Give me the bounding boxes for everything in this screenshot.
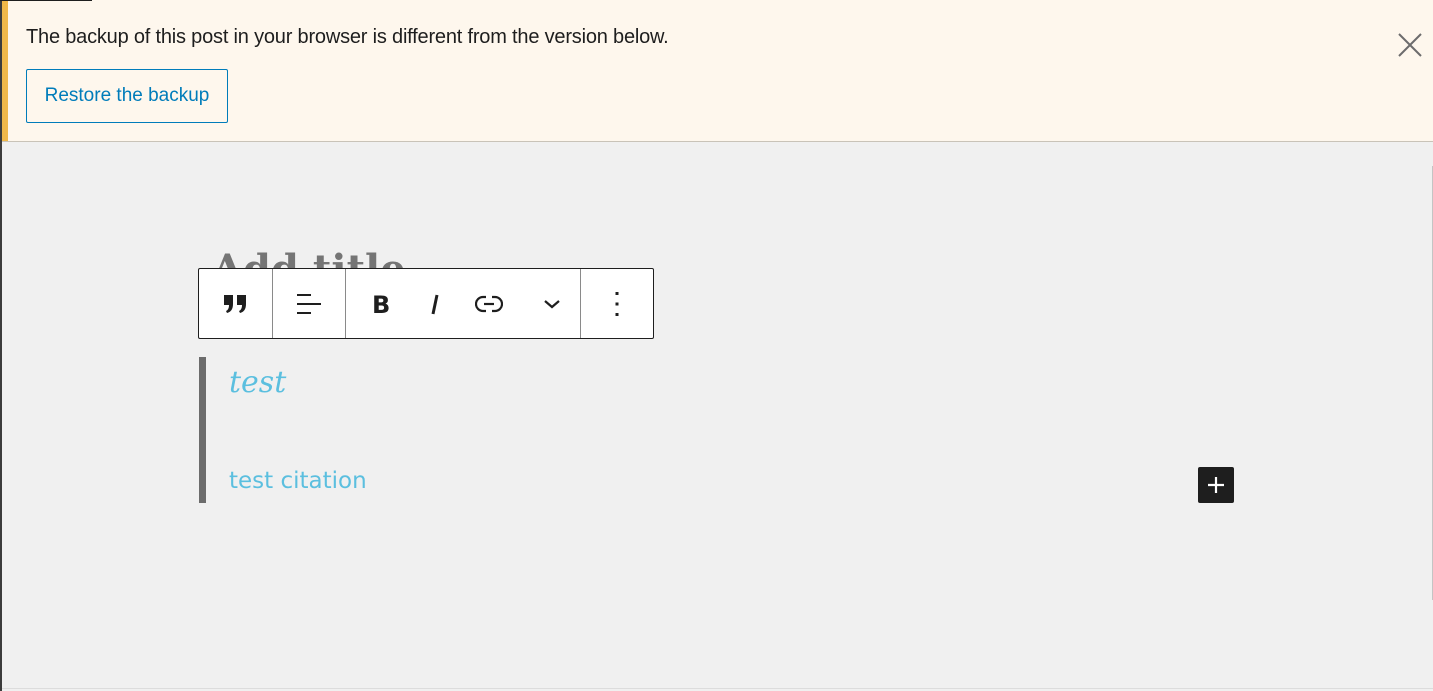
link-button[interactable] [454, 269, 524, 338]
window-left-edge [0, 0, 2, 691]
quote-block[interactable]: test test citation [199, 357, 1199, 503]
quote-text[interactable]: test [229, 365, 286, 400]
align-left-icon [297, 293, 321, 314]
align-button[interactable] [273, 269, 345, 338]
toolbar-group-block-type [199, 269, 272, 338]
chevron-down-icon [544, 299, 560, 308]
italic-icon [431, 294, 439, 314]
more-rich-text-button[interactable] [524, 269, 580, 338]
post-title-input[interactable]: Add title [212, 240, 406, 268]
svg-text:B: B [372, 292, 390, 316]
block-toolbar: B [198, 268, 654, 339]
backup-notice: The backup of this post in your browser … [0, 0, 1433, 142]
quote-icon [223, 294, 246, 313]
quote-block-button[interactable] [199, 269, 272, 338]
more-vertical-icon [615, 291, 619, 316]
dismiss-notice-button[interactable] [1393, 28, 1427, 62]
bold-icon: B [372, 292, 390, 316]
restore-backup-button[interactable]: Restore the backup [26, 69, 228, 123]
block-options-button[interactable] [581, 269, 653, 338]
block-inserter-button[interactable] [1198, 467, 1234, 503]
bold-button[interactable]: B [346, 269, 416, 338]
close-icon [1398, 33, 1422, 57]
toolbar-group-format: B [345, 269, 580, 338]
notice-message: The backup of this post in your browser … [26, 26, 669, 48]
window-top-edge [0, 0, 92, 1]
toolbar-group-align [272, 269, 345, 338]
notice-accent-bar [2, 0, 8, 141]
italic-button[interactable] [416, 269, 454, 338]
link-icon [475, 295, 503, 312]
plus-icon [1208, 477, 1224, 493]
editor-bottom-border [0, 688, 1433, 689]
toolbar-group-options [580, 269, 653, 338]
quote-citation[interactable]: test citation [229, 468, 367, 494]
